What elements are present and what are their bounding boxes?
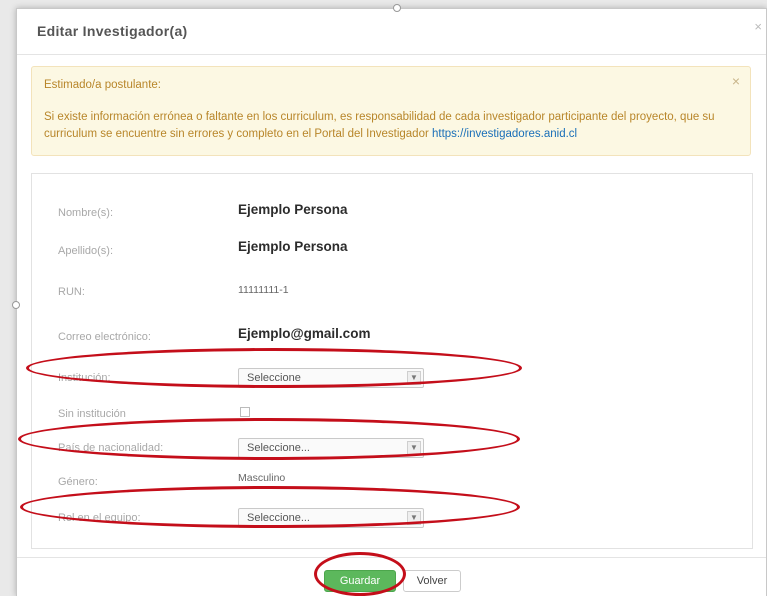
alert-heading: Estimado/a postulante: — [44, 79, 161, 91]
highlight-ellipse-save — [314, 552, 406, 596]
resize-handle-left[interactable] — [12, 301, 20, 309]
modal-header: Editar Investigador(a) × — [17, 9, 766, 55]
highlight-ellipse-pais — [18, 418, 520, 460]
alert-body: Si existe información errónea o faltante… — [44, 109, 734, 143]
alert-close-icon[interactable]: × — [732, 73, 740, 90]
close-icon[interactable]: × — [754, 19, 762, 34]
run-value: 11111111-1 — [238, 284, 289, 296]
highlight-ellipse-rol — [20, 486, 520, 528]
portal-link[interactable]: https://investigadores.anid.cl — [432, 128, 577, 140]
sin-institucion-checkbox[interactable] — [240, 407, 250, 417]
correo-label: Correo electrónico: — [58, 331, 151, 343]
apellidos-value: Ejemplo Persona — [238, 239, 348, 254]
modal-title: Editar Investigador(a) — [37, 23, 188, 39]
run-label: RUN: — [58, 286, 85, 298]
genero-value: Masculino — [238, 472, 286, 484]
genero-label: Género: — [58, 476, 98, 488]
apellidos-label: Apellido(s): — [58, 245, 114, 257]
sin-institucion-label: Sin institución — [58, 408, 126, 420]
nombres-label: Nombre(s): — [58, 207, 114, 219]
warning-alert: Estimado/a postulante: × Si existe infor… — [31, 66, 751, 156]
nombres-value: Ejemplo Persona — [238, 202, 348, 217]
correo-value: Ejemplo@gmail.com — [238, 326, 371, 341]
alert-body-text: Si existe información errónea o faltante… — [44, 111, 715, 140]
highlight-ellipse-institucion — [26, 348, 522, 388]
back-button[interactable]: Volver — [403, 570, 461, 592]
